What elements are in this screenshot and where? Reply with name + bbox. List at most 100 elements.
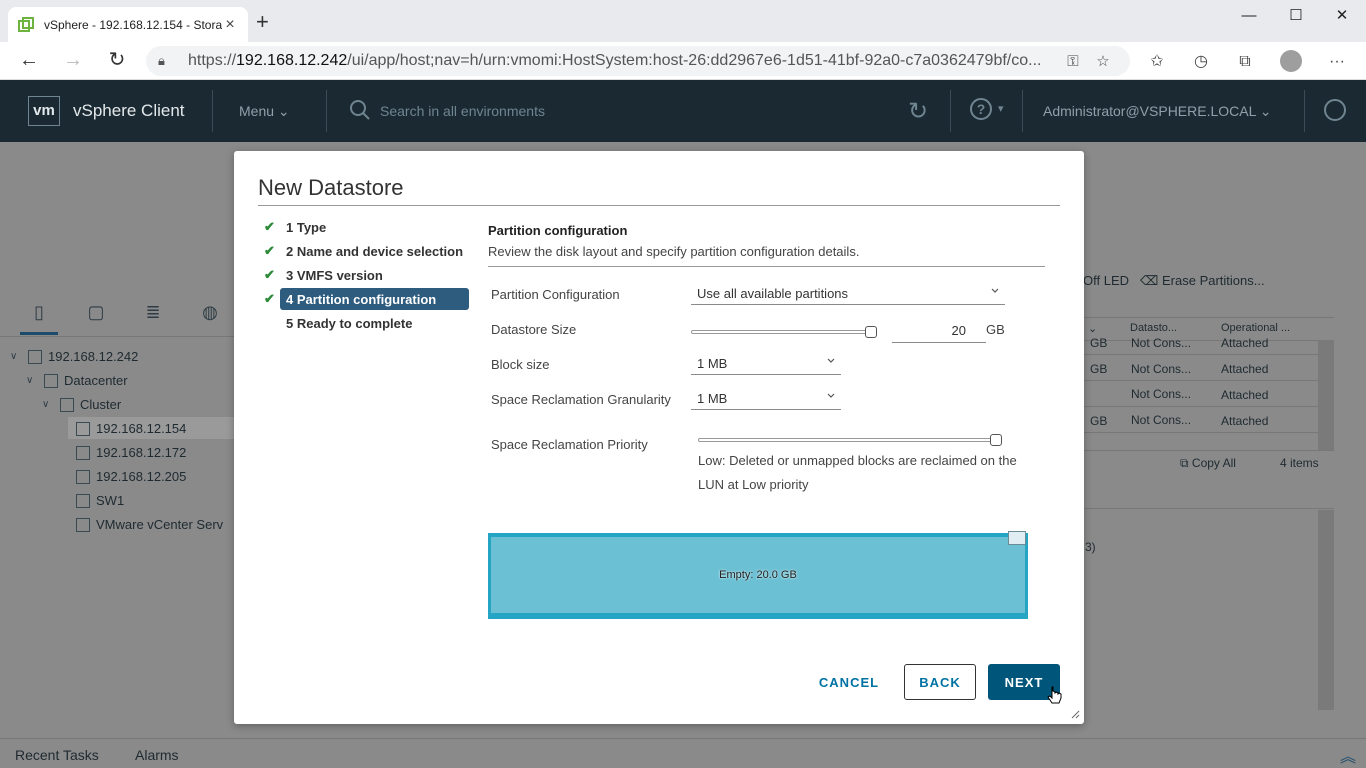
resize-grip-icon[interactable] [1070, 709, 1080, 719]
divider [1070, 380, 1322, 381]
column-header-datastore[interactable]: Datasto... [1130, 322, 1177, 334]
menu-dropdown[interactable]: Menu ⌄ [239, 103, 290, 120]
tree-node-host[interactable]: 192.168.12.205 [76, 469, 186, 484]
tree-node-cluster[interactable]: ∨ Cluster [42, 397, 121, 412]
wizard-step-partition-configuration[interactable]: ✔ 4 Partition configuration [264, 288, 469, 310]
divider [1070, 450, 1334, 451]
new-tab-icon[interactable]: + [256, 11, 269, 33]
header-divider [1304, 90, 1305, 132]
wizard-step-type[interactable]: ✔ 1 Type [264, 216, 470, 238]
erase-icon: ⌫ [1140, 273, 1162, 288]
vsphere-favicon-icon [18, 16, 34, 32]
table-cell: Attached [1221, 414, 1269, 428]
datastore-size-slider-thumb[interactable] [865, 326, 877, 338]
column-header-operational[interactable]: Operational ... [1221, 322, 1290, 334]
chevron-down-icon[interactable]: ▾ [998, 102, 1004, 115]
erase-partitions-button[interactable]: ⌫ Erase Partitions... [1140, 273, 1265, 289]
storage-tab-icon[interactable]: ≣ [138, 302, 168, 330]
step-label: 2 Name and device selection [286, 243, 464, 259]
profile-avatar[interactable] [1280, 50, 1302, 72]
table-cell: Attached [1221, 388, 1269, 402]
tree-node-host[interactable]: 192.168.12.172 [76, 445, 186, 460]
favorites-icon[interactable]: ✩ [1146, 51, 1168, 73]
column-header-chevron-icon[interactable]: ⌄ [1088, 322, 1097, 335]
block-size-select[interactable]: 1 MB [691, 353, 841, 375]
bottom-panel-bar: Recent Tasks Alarms ︽ [0, 738, 1366, 768]
address-bar[interactable]: 🔒︎ https://192.168.12.242/ui/app/host;na… [146, 46, 1130, 76]
hosts-clusters-tab-icon[interactable]: ▯ [24, 302, 54, 330]
tree-node-label: SW1 [96, 493, 125, 508]
back-button[interactable]: BACK [904, 664, 976, 700]
tab-recent-tasks[interactable]: Recent Tasks [15, 747, 99, 763]
tree-node-datacenter[interactable]: ∨ Datacenter [26, 373, 128, 388]
checkmark-icon: ✔ [264, 267, 275, 282]
user-menu[interactable]: Administrator@VSPHERE.LOCAL ⌄ [1043, 103, 1272, 120]
checkmark-icon: ✔ [264, 219, 275, 234]
browser-tab-bar: vSphere - 192.168.12.154 - Stora × + — ☐… [0, 0, 1366, 42]
datastore-size-slider[interactable] [691, 330, 877, 334]
close-tab-icon[interactable]: × [222, 16, 238, 34]
vm-icon [76, 517, 90, 532]
maximize-icon[interactable]: ☐ [1273, 4, 1319, 28]
minimize-icon[interactable]: — [1226, 4, 1272, 28]
table-cell: Not Cons... [1131, 362, 1192, 376]
chevron-down-icon[interactable]: ∨ [26, 375, 40, 386]
datastore-size-unit: GB [986, 322, 1005, 337]
reclamation-priority-slider[interactable] [698, 438, 1002, 442]
tab-alarms[interactable]: Alarms [135, 747, 179, 763]
host-icon [76, 445, 90, 460]
block-size-label: Block size [491, 357, 550, 372]
expand-panel-icon[interactable]: ︽ [1340, 743, 1356, 767]
history-icon[interactable]: ◷ [1190, 51, 1212, 73]
datastore-size-input[interactable]: 20 [892, 319, 986, 343]
tree-node-label: 192.168.12.154 [96, 421, 187, 436]
networking-tab-icon[interactable]: ◍ [195, 302, 225, 330]
reload-icon[interactable]: ↻ [104, 49, 130, 73]
help-icon[interactable]: ? [970, 98, 992, 120]
add-favorite-icon[interactable]: ☆ [1088, 52, 1118, 70]
partition-configuration-select[interactable]: Use all available partitions [691, 283, 1005, 305]
browser-tab[interactable]: vSphere - 192.168.12.154 - Stora × [8, 7, 248, 42]
copy-all-button[interactable]: ⧉ Copy All [1180, 456, 1236, 471]
tree-node-label: 192.168.12.172 [96, 445, 187, 460]
key-icon[interactable]: ⚿ [1058, 53, 1088, 70]
cancel-button[interactable]: CANCEL [809, 664, 889, 700]
reclamation-granularity-select[interactable]: 1 MB [691, 388, 841, 410]
tree-node-label: Cluster [80, 397, 122, 412]
host-icon [76, 469, 90, 484]
chevron-down-icon [827, 393, 835, 398]
partition-resize-handle[interactable] [1008, 531, 1026, 545]
item-count: 4 items [1280, 456, 1319, 470]
table-cell: Attached [1221, 336, 1269, 350]
chevron-down-icon[interactable]: ∨ [10, 351, 24, 362]
back-arrow-icon[interactable]: ← [16, 49, 42, 73]
vms-templates-tab-icon[interactable]: ▢ [81, 302, 111, 330]
wizard-step-vmfs-version[interactable]: ✔ 3 VMFS version [264, 264, 470, 286]
wizard-step-name-device[interactable]: ✔ 2 Name and device selection [264, 240, 470, 262]
tree-node-vm[interactable]: VMware vCenter Serv [76, 517, 223, 532]
window-close-icon[interactable]: ✕ [1319, 4, 1365, 28]
more-icon[interactable]: ··· [1326, 51, 1348, 73]
tree-node-label: 192.168.12.205 [96, 469, 187, 484]
details-scrollbar[interactable] [1318, 510, 1334, 710]
refresh-icon[interactable]: ↻ [908, 97, 928, 126]
wizard-step-ready[interactable]: 5 Ready to complete [280, 312, 470, 334]
reclamation-priority-slider-thumb[interactable] [990, 434, 1002, 446]
divider [1070, 432, 1322, 433]
table-scrollbar[interactable] [1318, 340, 1334, 450]
empty-partition-segment: Empty: 20.0 GB [491, 537, 1025, 613]
chevron-down-icon[interactable]: ∨ [42, 399, 56, 410]
forward-arrow-icon[interactable]: → [60, 49, 86, 73]
table-cell: Not Cons... [1131, 387, 1192, 401]
turn-off-led-button[interactable]: Off LED [1083, 273, 1129, 288]
collections-icon[interactable]: ⧉ [1234, 51, 1256, 73]
details-text: 3) [1085, 540, 1096, 554]
tree-node-host[interactable]: 192.168.12.154 [76, 421, 186, 436]
active-tab-indicator [20, 332, 58, 335]
tree-node-vm[interactable]: SW1 [76, 493, 124, 508]
divider [1070, 406, 1322, 407]
tree-node-vcenter[interactable]: ∨ 192.168.12.242 [10, 349, 138, 364]
global-search-input[interactable]: Search in all environments [380, 103, 545, 119]
feedback-smiley-icon[interactable] [1324, 99, 1346, 121]
checkmark-icon: ✔ [264, 243, 275, 258]
